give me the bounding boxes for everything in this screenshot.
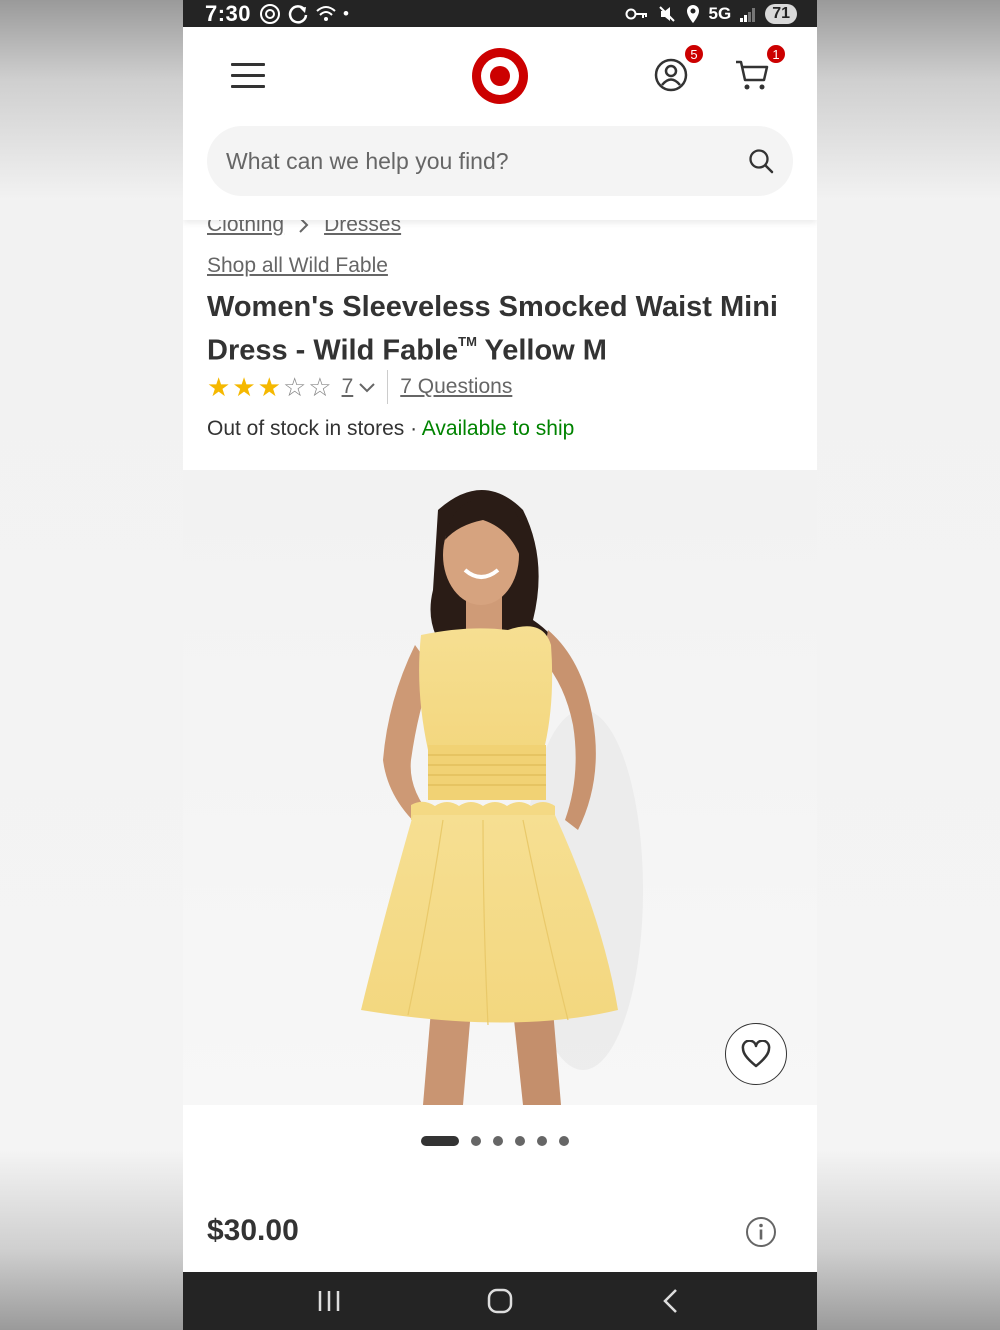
battery-level: 71 bbox=[772, 4, 790, 22]
divider bbox=[387, 370, 389, 404]
menu-icon bbox=[231, 63, 265, 88]
gallery-pagination bbox=[183, 1134, 817, 1148]
product-image[interactable] bbox=[183, 470, 817, 1105]
cart-badge: 1 bbox=[765, 43, 787, 65]
star-filled-icon: ★ bbox=[257, 372, 281, 402]
shop-all-brand-link[interactable]: Shop all Wild Fable bbox=[207, 254, 388, 278]
product-photo bbox=[361, 490, 643, 1105]
star-empty-icon: ☆ bbox=[282, 372, 307, 402]
heart-icon bbox=[741, 1040, 771, 1068]
gallery-dot-4[interactable] bbox=[515, 1136, 525, 1146]
search-input[interactable] bbox=[226, 147, 747, 175]
home-icon bbox=[487, 1288, 513, 1314]
star-empty-icon: ☆ bbox=[308, 372, 332, 402]
status-time: 7:30 bbox=[205, 0, 252, 26]
availability: Out of stock in stores · Available to sh… bbox=[207, 417, 574, 441]
sync-icon bbox=[288, 4, 308, 24]
cart-icon bbox=[736, 60, 769, 90]
gallery-dot-1[interactable] bbox=[421, 1136, 459, 1146]
phone-screen: 7:30 • 5G 71 5 1 What can we help you fi… bbox=[183, 0, 817, 1330]
account-icon bbox=[654, 58, 688, 92]
menu-button[interactable] bbox=[231, 63, 265, 93]
rating-stars[interactable]: ★ ★ ★ ☆ ☆ bbox=[207, 374, 332, 400]
trademark-symbol: TM bbox=[458, 334, 477, 349]
target-logo[interactable] bbox=[471, 47, 529, 105]
wifi-icon bbox=[316, 5, 336, 21]
home-button[interactable] bbox=[480, 1281, 520, 1321]
star-filled-icon: ★ bbox=[207, 372, 231, 402]
wishlist-button[interactable] bbox=[725, 1023, 787, 1085]
status-notification-icons: • bbox=[259, 3, 349, 25]
system-nav-bar bbox=[183, 1272, 817, 1330]
status-bar: 7:30 • 5G 71 bbox=[183, 0, 817, 27]
key-icon bbox=[625, 8, 647, 19]
product-title: Women's Sleeveless Smocked Waist Mini Dr… bbox=[207, 288, 797, 370]
account-badge: 5 bbox=[683, 43, 705, 65]
rating-row: ★ ★ ★ ☆ ☆ 7 7 Questions bbox=[207, 370, 512, 404]
back-button[interactable] bbox=[651, 1281, 691, 1321]
ship-status: Available to ship bbox=[421, 417, 575, 440]
gallery-dot-3[interactable] bbox=[493, 1136, 503, 1146]
rating-count[interactable]: 7 bbox=[342, 375, 354, 399]
search-bar bbox=[207, 126, 793, 196]
store-stock-status: Out of stock in stores bbox=[207, 417, 405, 440]
at-sign-icon bbox=[260, 3, 281, 24]
back-icon bbox=[663, 1289, 678, 1313]
target-logo-icon bbox=[472, 48, 528, 104]
site-header: 5 1 bbox=[183, 27, 817, 220]
product-title-variant: Yellow M bbox=[476, 334, 607, 367]
info-icon bbox=[746, 1217, 776, 1247]
network-type: 5G bbox=[708, 3, 732, 23]
signal-icon bbox=[740, 7, 756, 22]
price-info-button[interactable] bbox=[745, 1216, 777, 1248]
cart-button[interactable]: 1 bbox=[733, 43, 787, 93]
gallery-dot-6[interactable] bbox=[559, 1136, 569, 1146]
questions-link[interactable]: 7 Questions bbox=[400, 375, 512, 399]
search-icon[interactable] bbox=[747, 147, 775, 175]
gallery-dot-2[interactable] bbox=[471, 1136, 481, 1146]
product-price: $30.00 bbox=[207, 1214, 299, 1247]
gallery-dot-5[interactable] bbox=[537, 1136, 547, 1146]
mute-icon bbox=[658, 5, 675, 22]
dot-icon: • bbox=[343, 3, 349, 23]
account-button[interactable]: 5 bbox=[653, 43, 705, 93]
recent-apps-icon bbox=[318, 1291, 339, 1311]
star-filled-icon: ★ bbox=[232, 372, 256, 402]
chevron-down-icon[interactable] bbox=[359, 379, 375, 395]
battery-indicator: 71 bbox=[765, 3, 797, 24]
location-icon bbox=[686, 4, 699, 23]
availability-separator: · bbox=[404, 417, 422, 440]
recent-apps-button[interactable] bbox=[309, 1281, 349, 1321]
